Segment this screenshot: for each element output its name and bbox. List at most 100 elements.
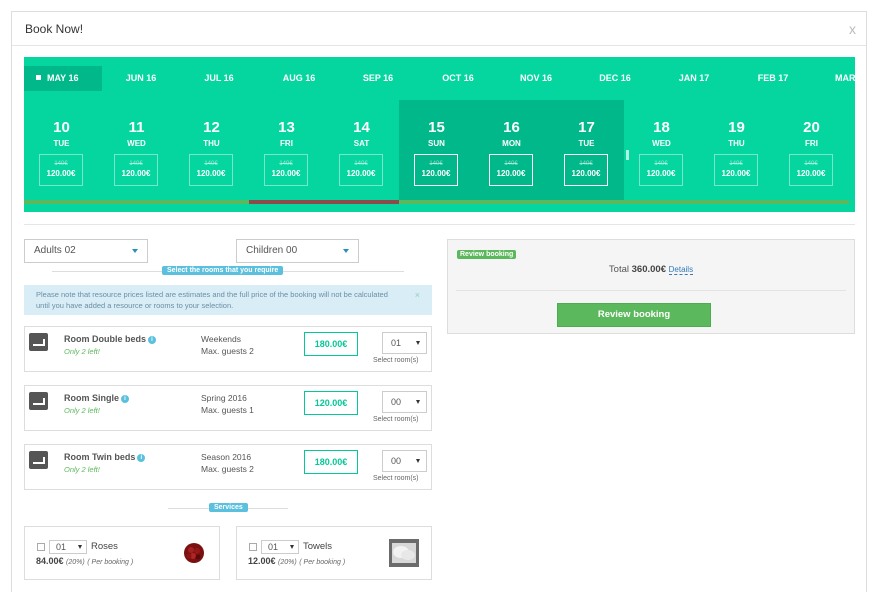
day-old-price: 140€ — [129, 161, 143, 167]
room-availability: Only 2 left! — [64, 465, 100, 474]
close-icon[interactable]: x — [849, 21, 856, 37]
room-quantity-label: Select room(s) — [373, 416, 419, 423]
day-old-price: 140€ — [579, 161, 593, 167]
day-number: 11 — [128, 119, 145, 136]
room-season: Spring 2016 Max. guests 1 — [201, 393, 254, 415]
day-price-box: 140€ 120.00€ — [339, 154, 383, 186]
day-name: FRI — [280, 139, 293, 148]
day-number: 16 — [503, 119, 520, 136]
calendar-day[interactable]: 12 THU 140€ 120.00€ — [174, 100, 249, 200]
review-booking-button[interactable]: Review booking — [557, 303, 711, 327]
day-strip: 10 TUE 140€ 120.00€ 11 WED 140€ 120.00€ 12 THU 140… — [24, 100, 855, 200]
adults-select[interactable]: Adults 02 — [24, 239, 148, 263]
month-tab[interactable]: OCT 16 — [419, 66, 497, 91]
day-number: 14 — [353, 119, 370, 136]
room-quantity-select[interactable]: 00 — [382, 391, 427, 413]
day-price-box: 140€ 120.00€ — [789, 154, 833, 186]
day-number: 17 — [578, 119, 595, 136]
bed-icon — [29, 392, 48, 410]
scroll-indicator — [626, 150, 629, 160]
month-tab[interactable]: SEP 16 — [339, 66, 417, 91]
month-tab[interactable]: MAY 16 — [24, 66, 102, 91]
info-icon[interactable]: i — [137, 454, 146, 462]
divider — [456, 290, 846, 291]
calendar-day[interactable]: 11 WED 140€ 120.00€ — [99, 100, 174, 200]
day-price-box: 140€ 120.00€ — [39, 154, 83, 186]
details-link[interactable]: Details — [668, 265, 694, 275]
day-number: 13 — [278, 119, 295, 136]
availability-bar — [174, 200, 249, 204]
day-name: WED — [127, 139, 146, 148]
month-tab[interactable]: NOV 16 — [497, 66, 575, 91]
calendar-day[interactable]: 15 SUN 140€ 120.00€ — [399, 100, 474, 200]
month-tab[interactable]: FEB 17 — [734, 66, 812, 91]
month-tab[interactable]: AUG 16 — [260, 66, 338, 91]
bed-icon — [29, 451, 48, 469]
month-tab[interactable]: JAN 17 — [655, 66, 733, 91]
total-value: 360.00€ — [631, 264, 666, 275]
calendar-day[interactable]: 14 SAT 140€ 120.00€ — [324, 100, 399, 200]
day-name: THU — [728, 139, 745, 148]
day-number: 20 — [803, 119, 820, 136]
month-tab[interactable]: JUL 16 — [180, 66, 258, 91]
calendar-day[interactable]: 10 TUE 140€ 120.00€ — [24, 100, 99, 200]
room-quantity-label: Select room(s) — [373, 357, 419, 364]
children-select[interactable]: Children 00 — [236, 239, 359, 263]
room-price: 180.00€ — [304, 332, 358, 356]
availability-bar — [399, 200, 474, 204]
service-card: 01 Towels 12.00€ (20%) ( Per booking ) — [236, 526, 432, 580]
day-old-price: 140€ — [804, 161, 818, 167]
service-checkbox[interactable] — [37, 543, 45, 551]
day-price: 120.00€ — [646, 169, 676, 178]
calendar-day[interactable]: 18 WED 140€ 120.00€ — [624, 100, 699, 200]
day-old-price: 140€ — [279, 161, 293, 167]
calendar-day[interactable]: 16 MON 140€ 120.00€ — [474, 100, 549, 200]
month-tab[interactable]: MAR — [808, 66, 855, 91]
day-price: 120.00€ — [496, 169, 526, 178]
room-price: 120.00€ — [304, 391, 358, 415]
day-price-box: 140€ 120.00€ — [564, 154, 608, 186]
calendar-day[interactable]: 20 FRI 140€ 120.00€ — [774, 100, 849, 200]
rooms-section-title: Select the rooms that you require — [162, 266, 284, 275]
room-name: Room Single i — [64, 393, 130, 403]
room-row: Room Double beds i Only 2 left! Weekends M… — [24, 326, 432, 372]
availability-bar — [774, 200, 849, 204]
room-quantity-select[interactable]: 00 — [382, 450, 427, 472]
calendar-day[interactable]: 13 FRI 140€ 120.00€ — [249, 100, 324, 200]
day-price: 120.00€ — [421, 169, 451, 178]
availability-bar — [699, 200, 774, 204]
availability-bar — [24, 200, 99, 204]
day-name: SUN — [428, 139, 445, 148]
total-line: Total 360.00€ Details — [608, 264, 694, 275]
room-quantity-select[interactable]: 01 — [382, 332, 427, 354]
room-season: Weekends Max. guests 2 — [201, 334, 254, 356]
service-card: 01 Roses 84.00€ (20%) ( Per booking ) — [24, 526, 220, 580]
day-price: 120.00€ — [346, 169, 376, 178]
day-old-price: 140€ — [54, 161, 68, 167]
availability-bar — [99, 200, 174, 204]
info-icon[interactable]: i — [121, 395, 130, 403]
roses-image — [179, 539, 209, 567]
day-old-price: 140€ — [729, 161, 743, 167]
room-availability: Only 2 left! — [64, 347, 100, 356]
close-icon[interactable]: × — [415, 290, 420, 301]
service-checkbox[interactable] — [249, 543, 257, 551]
calendar-day[interactable]: 17 TUE 140€ 120.00€ — [549, 100, 624, 200]
day-name: MON — [502, 139, 521, 148]
service-quantity-select[interactable]: 01 — [49, 540, 87, 554]
service-quantity-select[interactable]: 01 — [261, 540, 299, 554]
availability-bar — [249, 200, 324, 204]
modal-title: Book Now! — [25, 22, 84, 36]
review-panel: Review booking Total 360.00€ Details Rev… — [447, 239, 855, 334]
chevron-down-icon — [416, 341, 420, 345]
day-number: 19 — [728, 119, 745, 136]
calendar-day[interactable]: 19 THU 140€ 120.00€ — [699, 100, 774, 200]
chevron-down-icon — [132, 249, 138, 253]
info-icon[interactable]: i — [148, 336, 157, 344]
availability-bar — [624, 200, 699, 204]
month-tab[interactable]: JUN 16 — [102, 66, 180, 91]
month-tab[interactable]: DEC 16 — [576, 66, 654, 91]
day-price: 120.00€ — [271, 169, 301, 178]
availability-bar — [474, 200, 549, 204]
availability-bars — [24, 200, 855, 204]
